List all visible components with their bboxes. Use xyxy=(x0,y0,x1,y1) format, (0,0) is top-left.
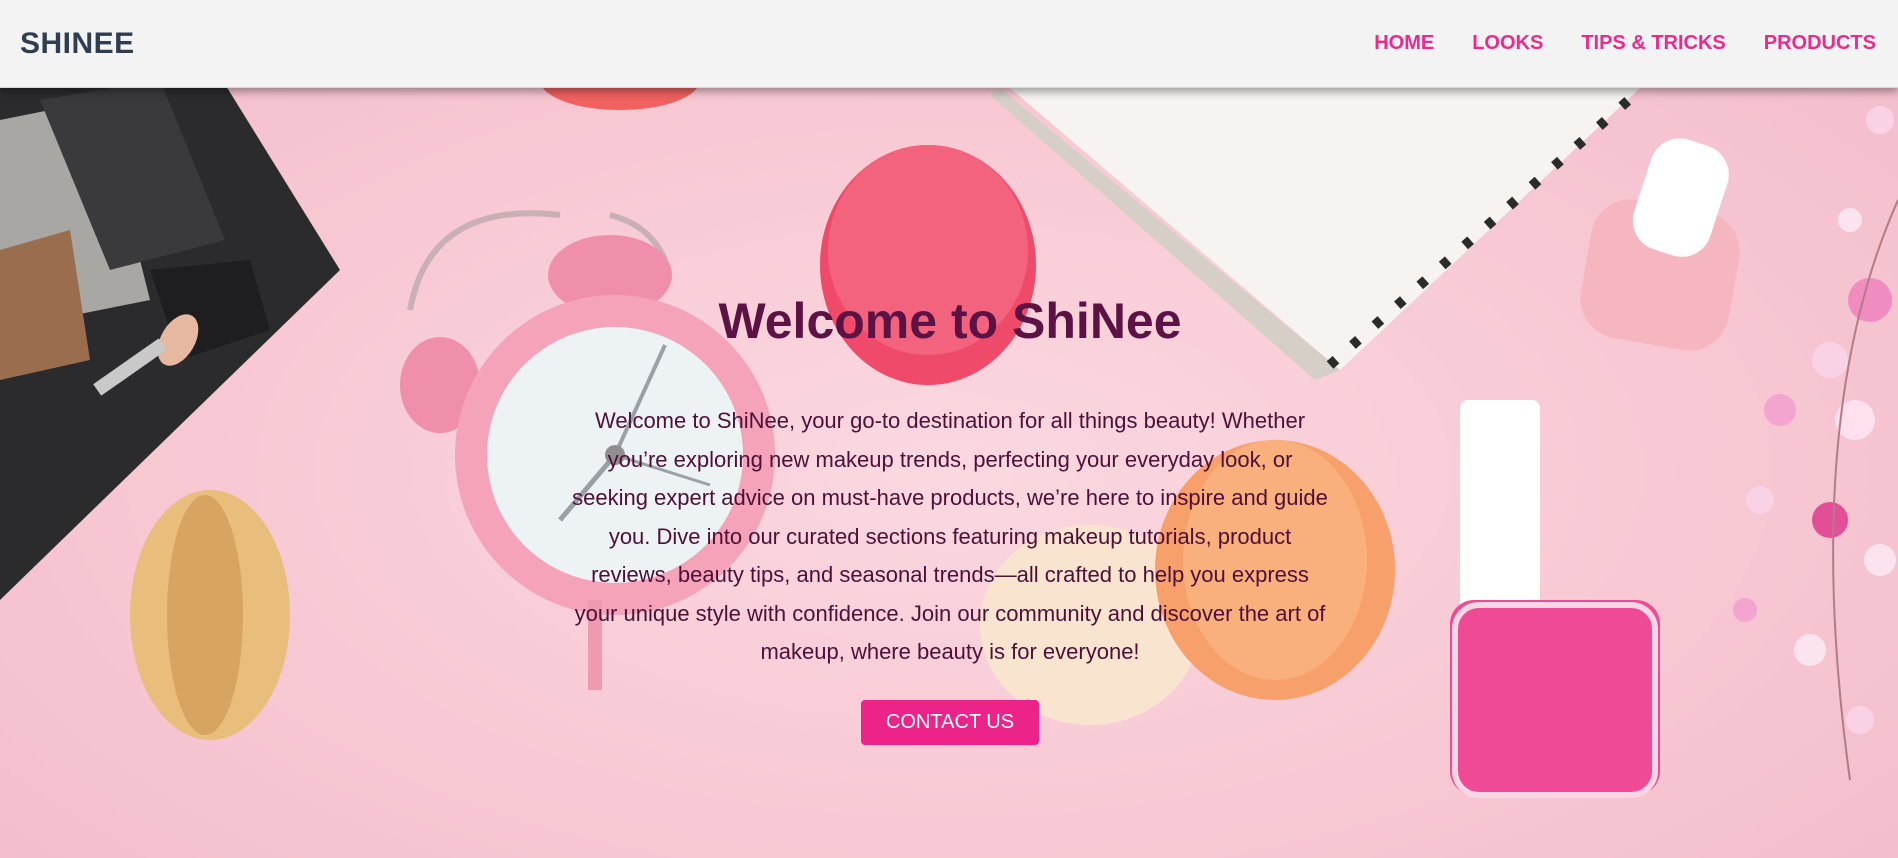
hero-content: Welcome to ShiNee Welcome to ShiNee, you… xyxy=(560,292,1340,745)
nav-link-looks[interactable]: LOOKS xyxy=(1472,32,1543,55)
macaron-tan-icon xyxy=(130,490,290,740)
hero-description: Welcome to ShiNee, your go-to destinatio… xyxy=(572,408,1328,664)
nav-link-home[interactable]: HOME xyxy=(1374,32,1434,55)
flowers-icon xyxy=(1733,106,1898,781)
navbar: SHINEE HOME LOOKS TIPS & TRICKS PRODUCTS xyxy=(0,0,1898,88)
nail-polish-pale-icon xyxy=(1580,138,1740,351)
contact-us-button[interactable]: CONTACT US xyxy=(860,699,1040,745)
hero-section: Welcome to ShiNee Welcome to ShiNee, you… xyxy=(0,0,1898,858)
nav-link-tips-tricks[interactable]: TIPS & TRICKS xyxy=(1581,32,1725,55)
main-nav: HOME LOOKS TIPS & TRICKS PRODUCTS xyxy=(1374,32,1876,55)
nav-link-products[interactable]: PRODUCTS xyxy=(1764,32,1876,55)
brand-logo-text[interactable]: SHINEE xyxy=(20,27,135,61)
nail-polish-pink-icon xyxy=(1450,400,1660,798)
hero-title: Welcome to ShiNee xyxy=(718,293,1182,349)
